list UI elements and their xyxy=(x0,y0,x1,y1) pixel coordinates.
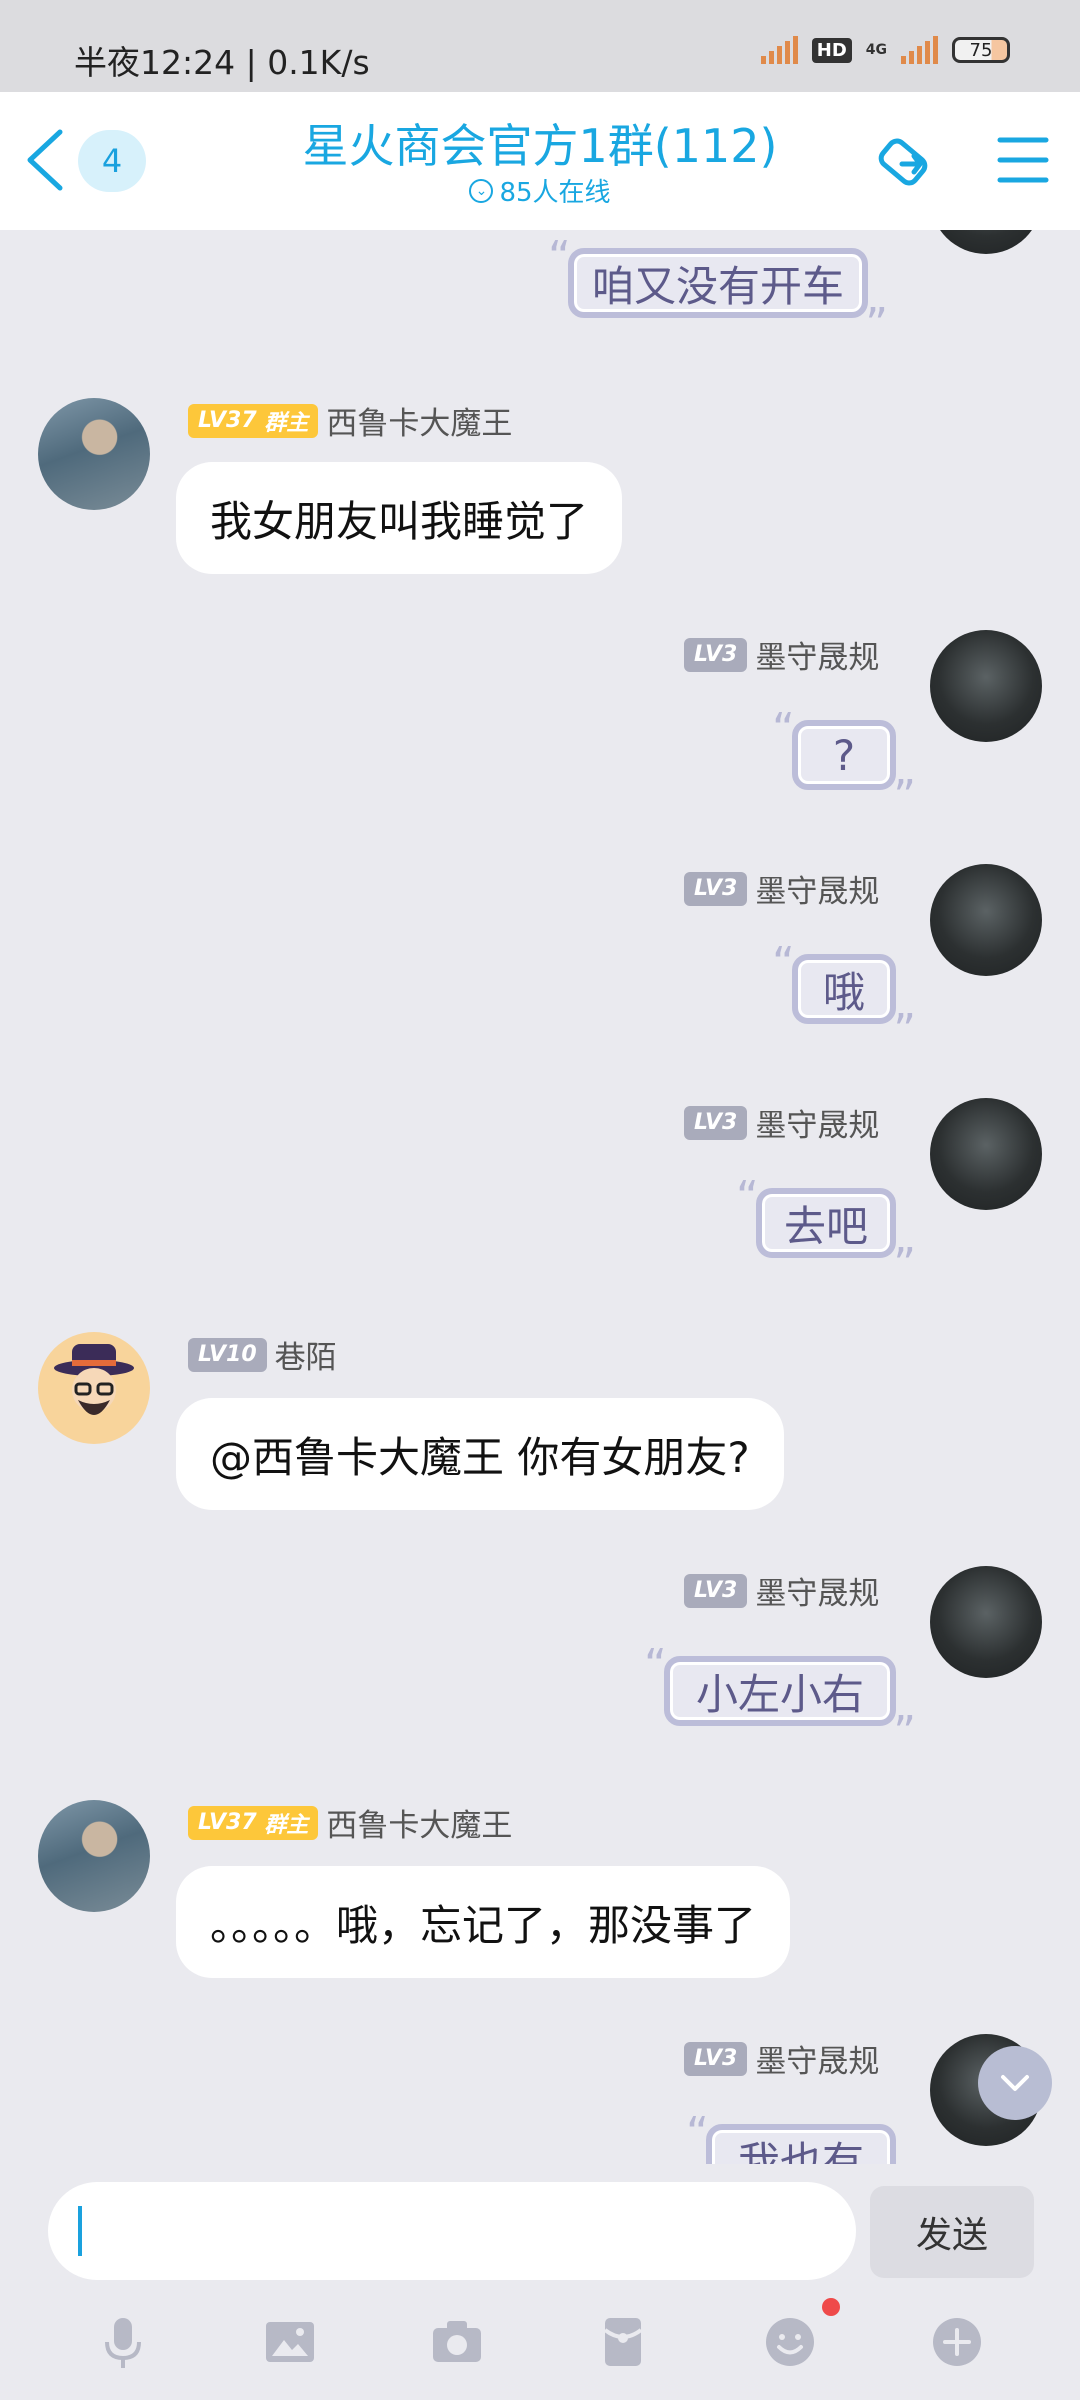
chevron-down-icon xyxy=(1001,2075,1029,2091)
scroll-to-bottom-button[interactable] xyxy=(978,2046,1052,2120)
status-icons: HD 4G 75 xyxy=(760,36,1010,64)
message-bubble[interactable]: 哦 xyxy=(772,938,916,1056)
hat-man-icon xyxy=(54,1344,134,1415)
sender-info: LV3 墨守晟规 xyxy=(684,866,879,911)
sender-info: LV10 巷陌 xyxy=(188,1332,337,1377)
level-badge: LV3 xyxy=(684,1573,748,1608)
signal-4g-icon xyxy=(901,36,938,64)
status-time: 半夜12:24 | 0.1K/s xyxy=(74,43,370,82)
sender-info: LV3 墨守晟规 xyxy=(684,1568,879,1613)
message-bubble[interactable]: 我女朋友叫我睡觉了 xyxy=(176,462,623,574)
sender-name[interactable]: 墨守晟规 xyxy=(755,632,879,677)
level-badge: LV10 xyxy=(188,1337,267,1372)
sender-info: LV3 墨守晟规 xyxy=(684,1100,879,1145)
sender-name[interactable]: 西鲁卡大魔王 xyxy=(326,1800,512,1845)
input-bar: 发送 xyxy=(0,2164,1080,2284)
battery-level: 75 xyxy=(969,39,993,61)
message-bubble[interactable]: 小左小右 xyxy=(644,1640,916,1758)
avatar[interactable] xyxy=(930,630,1042,742)
message-bubble[interactable]: @西鲁卡大魔王 你有女朋友? xyxy=(176,1398,784,1510)
avatar[interactable] xyxy=(930,864,1042,976)
message-bubble[interactable]: 咱又没有开车 xyxy=(548,232,888,350)
level-badge: LV3 xyxy=(684,1105,748,1140)
sender-name[interactable]: 墨守晟规 xyxy=(755,1100,879,1145)
microphone-icon[interactable] xyxy=(93,2312,153,2372)
online-count: 85人在线 xyxy=(499,178,611,208)
avatar[interactable] xyxy=(38,398,150,510)
sender-info: LV37 群主 西鲁卡大魔王 xyxy=(188,398,512,443)
chevron-down-circle-icon: ⌄ xyxy=(469,178,494,203)
level-badge: LV3 xyxy=(684,637,748,672)
text-cursor xyxy=(78,2206,82,2256)
sender-name[interactable]: 巷陌 xyxy=(275,1332,337,1377)
network-label: 4G xyxy=(865,42,887,58)
red-packet-icon[interactable] xyxy=(593,2312,653,2372)
menu-icon[interactable] xyxy=(996,132,1050,188)
sender-name[interactable]: 墨守晟规 xyxy=(755,1568,879,1613)
plus-icon[interactable] xyxy=(927,2312,987,2372)
input-toolbar xyxy=(0,2284,1080,2400)
level-badge: LV3 xyxy=(684,2041,748,2076)
message-bubble[interactable]: ? xyxy=(772,704,916,822)
sender-name[interactable]: 西鲁卡大魔王 xyxy=(326,398,512,443)
sender-info: LV37 群主 西鲁卡大魔王 xyxy=(188,1800,512,1845)
owner-tag: 群主 xyxy=(264,410,309,436)
avatar[interactable] xyxy=(930,1098,1042,1210)
signal-icon xyxy=(760,36,798,64)
avatar[interactable] xyxy=(930,1566,1042,1678)
sender-name[interactable]: 墨守晟规 xyxy=(755,2036,879,2081)
message-bubble[interactable]: 。。。。。哦，忘记了，那没事了 xyxy=(176,1866,791,1978)
avatar[interactable] xyxy=(38,1800,150,1912)
message-bubble[interactable]: 我也有 xyxy=(686,2108,896,2164)
sender-info: LV3 墨守晟规 xyxy=(684,2036,879,2081)
send-button[interactable]: 发送 xyxy=(870,2186,1034,2278)
owner-tag: 群主 xyxy=(264,1812,309,1838)
avatar[interactable] xyxy=(38,1332,150,1444)
message-bubble[interactable]: 去吧 xyxy=(736,1172,916,1290)
level-badge: LV3 xyxy=(684,871,748,906)
camera-icon[interactable] xyxy=(427,2312,487,2372)
avatar[interactable] xyxy=(930,230,1042,254)
battery-icon: 75 xyxy=(952,37,1010,63)
status-bar: 半夜12:24 | 0.1K/s HD 4G 75 xyxy=(0,0,1080,92)
share-icon[interactable] xyxy=(872,126,944,198)
chat-header: 4 星火商会官方1群(112) ⌄ 85人在线 xyxy=(0,92,1080,230)
notification-dot xyxy=(821,2298,840,2316)
emoji-icon xyxy=(765,2318,814,2366)
level-badge: LV37 群主 xyxy=(188,1805,319,1840)
image-icon[interactable] xyxy=(260,2312,320,2372)
emoji-button[interactable] xyxy=(760,2298,840,2372)
level-badge: LV37 群主 xyxy=(188,403,319,438)
message-list[interactable]: 咱又没有开车 LV37 群主 西鲁卡大魔王 我女朋友叫我睡觉了 LV3 墨守晟规… xyxy=(0,230,1080,2164)
sender-info: LV3 墨守晟规 xyxy=(684,632,879,677)
sender-name[interactable]: 墨守晟规 xyxy=(755,866,879,911)
hd-badge: HD xyxy=(811,37,852,63)
message-input[interactable] xyxy=(48,2182,856,2280)
